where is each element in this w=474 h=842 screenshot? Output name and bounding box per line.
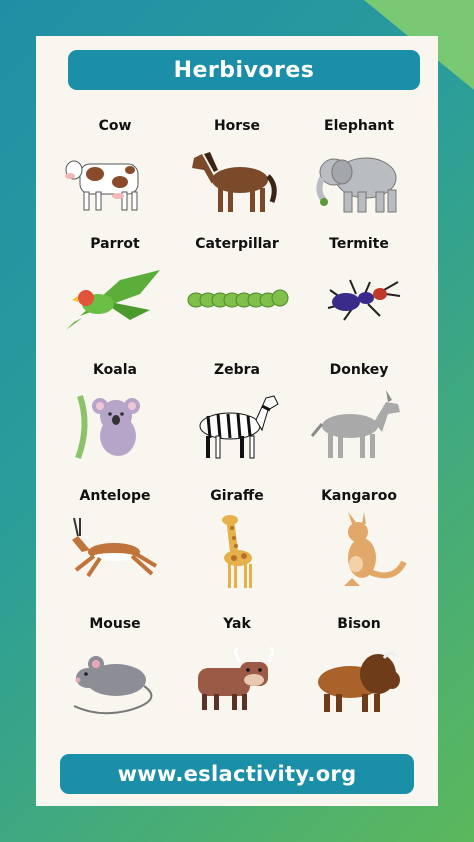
animal-label: Antelope <box>79 488 151 504</box>
animal-label: Elephant <box>324 118 394 134</box>
animal-cell-yak: Yak <box>170 614 304 734</box>
animal-label: Bison <box>337 616 381 632</box>
animal-label: Koala <box>93 362 137 378</box>
parrot-icon <box>66 270 160 330</box>
animal-cell-mouse: Mouse <box>48 614 182 734</box>
yak-icon <box>198 646 275 710</box>
animal-cell-caterpillar: Caterpillar <box>170 234 304 354</box>
termite-icon <box>327 279 401 321</box>
kangaroo-icon <box>344 512 407 586</box>
giraffe-icon <box>222 515 252 588</box>
animal-label: Mouse <box>89 616 141 632</box>
herbivores-card: Herbivores Cow Horse Elephant Parrot Cat… <box>36 36 438 806</box>
animal-label: Caterpillar <box>195 236 279 252</box>
animal-label: Zebra <box>213 362 261 378</box>
page-title: Herbivores <box>68 50 420 90</box>
donkey-icon <box>310 390 400 458</box>
mouse-icon <box>73 656 153 715</box>
bison-icon <box>318 651 400 712</box>
animal-label: Yak <box>223 616 251 632</box>
antelope-icon <box>72 517 158 578</box>
animal-label: Donkey <box>329 362 389 378</box>
animal-label: Cow <box>98 118 132 134</box>
animal-label: Termite <box>329 236 389 252</box>
animal-cell-giraffe: Giraffe <box>170 486 304 606</box>
animal-label: Horse <box>213 118 261 134</box>
koala-icon <box>75 395 140 460</box>
animal-label: Giraffe <box>210 488 264 504</box>
animal-label: Kangaroo <box>321 488 397 504</box>
animal-cell-termite: Termite <box>292 234 426 354</box>
animal-cell-elephant: Elephant <box>292 116 426 236</box>
animal-cell-horse: Horse <box>170 116 304 236</box>
cow-icon <box>65 160 139 211</box>
animal-label: Parrot <box>90 236 140 252</box>
elephant-icon <box>316 157 397 213</box>
animal-cell-koala: Koala <box>48 360 182 480</box>
website-link[interactable]: www.eslactivity.org <box>60 754 414 794</box>
animal-cell-kangaroo: Kangaroo <box>292 486 426 606</box>
animal-cell-donkey: Donkey <box>292 360 426 480</box>
animal-cell-bison: Bison <box>292 614 426 734</box>
animal-cell-cow: Cow <box>48 116 182 236</box>
animal-cell-zebra: Zebra <box>170 360 304 480</box>
animal-cell-parrot: Parrot <box>48 234 182 354</box>
animal-cell-antelope: Antelope <box>48 486 182 606</box>
horse-icon <box>192 152 277 212</box>
zebra-icon <box>199 395 279 459</box>
caterpillar-icon <box>187 289 289 308</box>
